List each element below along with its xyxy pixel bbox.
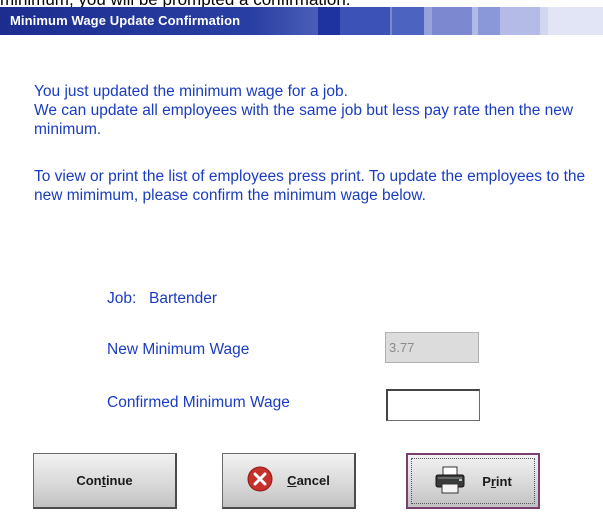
title-bar: Minimum Wage Update Confirmation: [0, 7, 603, 35]
message-line-2: We can update all employees with the sam…: [34, 102, 574, 138]
message-block-2: To view or print the list of employees p…: [34, 167, 594, 205]
printer-icon: [434, 465, 468, 498]
new-min-wage-label: New Minimum Wage: [107, 341, 250, 358]
continue-button[interactable]: Continue: [33, 453, 177, 509]
job-value: Bartender: [149, 290, 218, 307]
print-button[interactable]: Print: [406, 453, 540, 509]
job-label: Job:: [107, 290, 137, 307]
message-line-1: You just updated the minimum wage for a …: [34, 83, 348, 100]
message-block: You just updated the minimum wage for a …: [34, 82, 589, 139]
cancel-label: Cancel: [287, 473, 330, 488]
continue-label: Continue: [76, 473, 133, 488]
window-title: Minimum Wage Update Confirmation: [10, 13, 241, 28]
new-min-wage-field: [385, 332, 479, 363]
confirmed-min-wage-label: Confirmed Minimum Wage: [107, 394, 290, 411]
cancel-x-icon: [247, 466, 273, 495]
cancel-button[interactable]: Cancel: [222, 453, 356, 509]
confirmed-min-wage-input[interactable]: [386, 389, 480, 421]
message-line-3: To view or print the list of employees p…: [34, 168, 586, 204]
print-label: Print: [482, 473, 512, 489]
